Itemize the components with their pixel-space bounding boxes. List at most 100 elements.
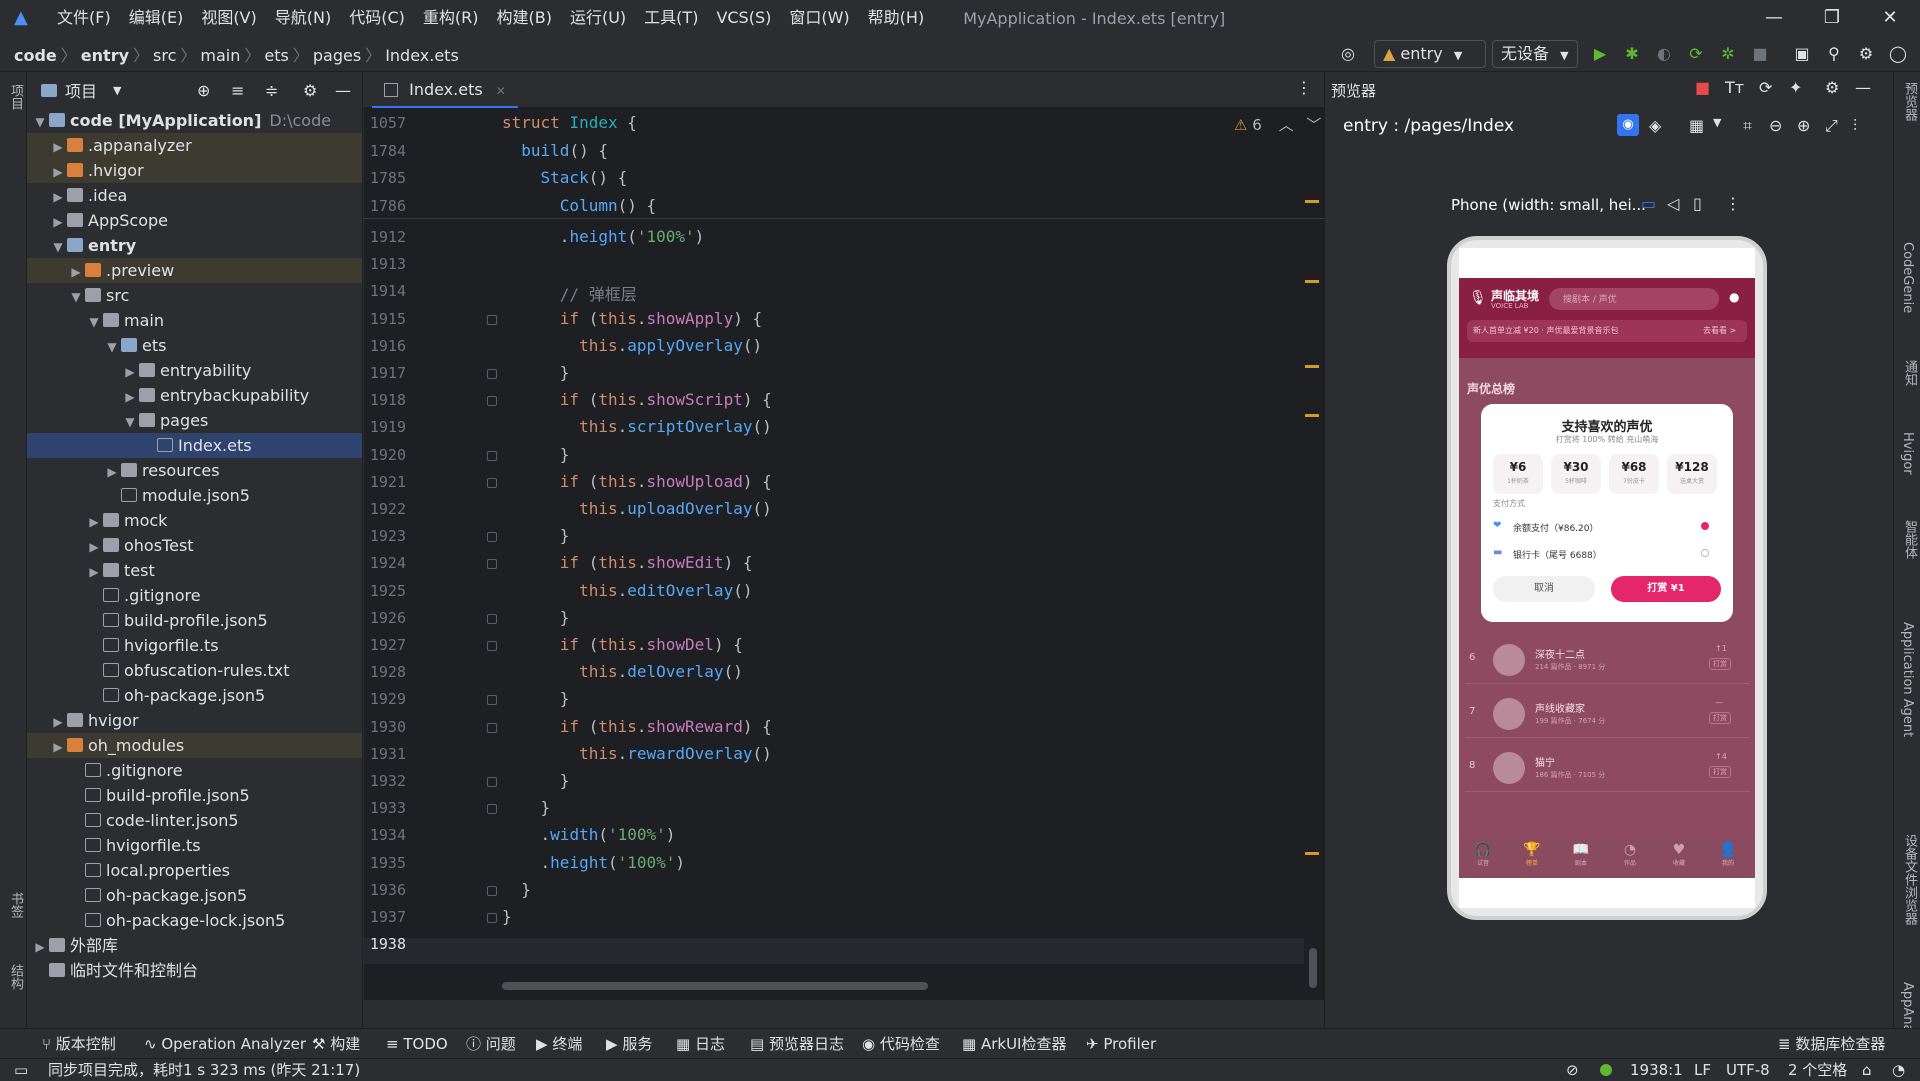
stop-icon[interactable]: ■ [1748,42,1772,66]
tool-window-tab[interactable]: ⚒ 构建 [312,1029,360,1059]
rerun-icon[interactable]: ⟳ [1684,42,1708,66]
chevron-right-icon[interactable]: ▶ [31,935,49,960]
right-tool-tab[interactable]: 设备文件浏览器 [1900,834,1919,925]
fold-marker-icon[interactable] [487,532,497,543]
breadcrumb-item[interactable]: main [200,46,240,65]
chevron-right-icon[interactable]: ▶ [85,560,103,585]
menu-item[interactable]: 重构(R) [414,0,488,36]
caret-position[interactable]: 1938:1 [1630,1059,1683,1081]
warning-stripe[interactable] [1305,280,1319,283]
reward-badge-button[interactable]: 打赏 [1709,766,1731,778]
horizontal-scrollbar[interactable] [502,982,928,990]
nav-item[interactable]: 👤 我的 [1708,842,1748,867]
notification-icon[interactable]: ◔ [1892,1059,1905,1081]
indent-setting[interactable]: 2 个空格 [1788,1059,1847,1081]
frame-icon[interactable]: ⌗ [1743,116,1752,136]
more-icon[interactable]: ⋮ [1725,194,1741,213]
chevron-up-icon[interactable]: ︿ [1279,116,1294,134]
gear-icon[interactable]: ⚙ [303,81,317,100]
close-tab-icon[interactable]: ✕ [496,84,506,98]
fold-marker-icon[interactable] [487,722,497,733]
code-line[interactable]: } [502,907,512,926]
tree-item[interactable]: local.properties [27,858,362,883]
attach-icon[interactable]: ◐ [1652,42,1676,66]
tool-window-tab[interactable]: ▤ 预览器日志 [750,1029,844,1059]
tree-item[interactable]: ▶ oh_modules [27,733,362,758]
tree-item[interactable]: ▶ entryability [27,358,362,383]
right-tool-tab[interactable]: Application Agent [1900,622,1915,737]
tree-item[interactable]: ▼ src [27,283,362,308]
target-icon[interactable]: ◎ [1336,42,1360,66]
warning-stripe[interactable] [1305,365,1319,368]
code-line[interactable]: } [502,445,570,464]
inspector-icon[interactable]: ✦ [1789,78,1802,97]
phone-screen[interactable]: 🎙 声临其境 VOICE LAB 搜剧本 / 声优 ● 新人首单立减 ¥20 ·… [1459,278,1755,878]
chevron-right-icon[interactable]: ▶ [49,710,67,735]
expand-all-icon[interactable]: ≡ [231,81,244,100]
zoom-out-icon[interactable]: ⊖ [1769,116,1782,135]
code-line[interactable]: this.applyOverlay() [502,336,762,355]
tree-item[interactable]: ▶ entrybackupability [27,383,362,408]
tree-item[interactable]: module.json5 [27,483,362,508]
amount-option[interactable]: ¥6 1杯奶茶 [1493,454,1543,494]
breadcrumb-item[interactable]: src [153,46,176,65]
warning-stripe[interactable] [1305,200,1319,203]
menu-item[interactable]: 帮助(H) [859,0,934,36]
fold-marker-icon[interactable] [487,450,497,461]
radio-selected[interactable] [1701,522,1709,530]
refresh-icon[interactable]: ⟳ [1759,78,1772,97]
fold-icon[interactable]: ▯ [1693,194,1702,213]
menu-item[interactable]: 代码(C) [340,0,414,36]
right-tool-tab[interactable]: 智能体 [1900,520,1919,559]
code-line[interactable]: if (this.showApply) { [502,309,762,328]
maximize-icon[interactable]: ❐ [1802,0,1862,36]
warning-stripe[interactable] [1305,414,1319,417]
fold-marker-icon[interactable] [487,477,497,488]
amount-option[interactable]: ¥30 5杯咖啡 [1551,454,1601,494]
code-line[interactable]: Column() { [502,196,656,215]
tree-item[interactable]: oh-package-lock.json5 [27,908,362,933]
code-line[interactable]: if (this.showReward) { [502,717,772,736]
layout-icon[interactable]: ▭ [14,1059,28,1081]
menu-item[interactable]: 导航(N) [266,0,340,36]
collapse-all-icon[interactable]: ≑ [265,81,278,100]
gear-icon[interactable]: ⚙ [1854,42,1878,66]
menu-item[interactable]: VCS(S) [707,0,780,36]
code-line[interactable]: this.scriptOverlay() [502,417,772,436]
tree-item[interactable]: ▶ .idea [27,183,362,208]
fold-marker-icon[interactable] [487,559,497,570]
app-banner-action[interactable]: 去看看 > [1703,325,1736,336]
chat-icon[interactable]: ● [1729,290,1739,304]
tree-item[interactable]: ▶ .appanalyzer [27,133,362,158]
chevron-right-icon[interactable]: ▶ [121,385,139,410]
menu-item[interactable]: 工具(T) [635,0,707,36]
code-line[interactable]: } [502,880,531,899]
tree-item[interactable]: ▶ test [27,558,362,583]
font-size-icon[interactable]: Tт [1725,78,1744,97]
stop-preview-icon[interactable]: ■ [1695,78,1710,97]
chevron-right-icon[interactable]: ▶ [85,510,103,535]
tree-item[interactable]: .gitignore [27,758,362,783]
hide-icon[interactable]: — [335,81,351,100]
code-line[interactable]: build() { [502,141,608,160]
vertical-scrollbar[interactable] [1309,948,1317,988]
tree-item[interactable]: build-profile.json5 [27,783,362,808]
cancel-button[interactable]: 取消 [1493,576,1595,602]
confirm-reward-button[interactable]: 打赏 ¥1 [1611,576,1721,602]
tree-item[interactable]: ▼ code [MyApplication] D:\code [27,108,362,133]
tree-item[interactable]: Index.ets [27,433,362,458]
close-icon[interactable]: ✕ [1860,0,1920,36]
fold-marker-icon[interactable] [487,695,497,706]
code-line[interactable]: .height('100%') [502,853,686,872]
chevron-right-icon[interactable]: ▶ [85,535,103,560]
breadcrumb-item[interactable]: entry [81,46,129,65]
profile-icon[interactable]: ✲ [1716,42,1740,66]
chevron-down-icon[interactable]: ▼ [67,285,85,310]
fold-marker-icon[interactable] [487,641,497,651]
right-tool-tab[interactable]: 通知 [1900,360,1919,386]
code-line[interactable]: } [502,798,551,817]
chevron-right-icon[interactable]: ▶ [49,185,67,210]
tool-window-tab[interactable]: ∿ Operation Analyzer [144,1029,306,1059]
project-structure-icon[interactable]: ▣ [1790,42,1814,66]
tree-item[interactable]: ▼ ets [27,333,362,358]
